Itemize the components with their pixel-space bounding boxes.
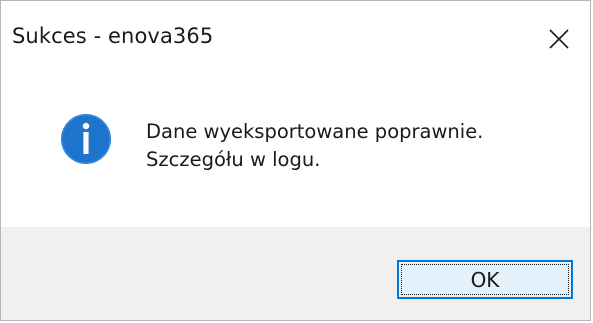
message-line-1: Dane wyeksportowane poprawnie. <box>146 120 484 143</box>
close-button[interactable] <box>528 1 590 77</box>
ok-button[interactable]: OK <box>397 260 573 299</box>
message-line-2: Szczegółu w logu. <box>146 148 321 171</box>
title-bar[interactable]: Sukces - enova365 <box>1 1 590 81</box>
button-bar: OK <box>1 227 590 320</box>
info-icon <box>61 114 111 164</box>
dialog-content: Dane wyeksportowane poprawnie. Szczegółu… <box>1 81 590 227</box>
message-dialog: Sukces - enova365 Dane wyeksportowane po… <box>0 0 591 321</box>
window-title: Sukces - enova365 <box>12 24 214 48</box>
message-text: Dane wyeksportowane poprawnie. Szczegółu… <box>146 118 483 174</box>
close-icon <box>549 29 569 49</box>
